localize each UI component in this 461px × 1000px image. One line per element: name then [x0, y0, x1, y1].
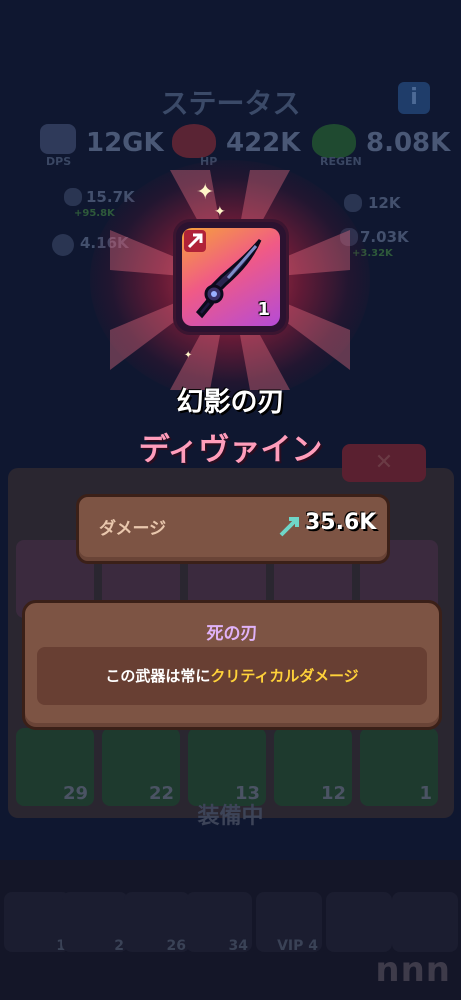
inventory-slot[interactable]: 29 [16, 728, 94, 806]
damage-panel: ダメージ 35.6K [76, 494, 390, 564]
equipment-slot[interactable] [392, 892, 458, 952]
equipped-label: 装備中 [197, 804, 264, 829]
sparkle-icon: ✦ [196, 180, 215, 205]
slot-count: 26 [166, 938, 186, 954]
sparkle-icon: ✦ [214, 204, 226, 220]
damage-value: 35.6K [305, 510, 377, 535]
regen-value: 8.08K [366, 128, 451, 158]
sub-stat-2: 12K [368, 194, 401, 212]
equipment-slot-locked[interactable]: VIP 4 [256, 892, 322, 954]
dps-icon [40, 124, 76, 154]
info-button[interactable]: i [398, 82, 430, 114]
inventory-slot[interactable]: 13 [188, 728, 266, 806]
inventory-slot[interactable]: 1 [360, 728, 438, 806]
item-icon-background: 1 [182, 228, 280, 326]
arrow-icon [64, 188, 82, 206]
inventory-slot[interactable]: 12 [274, 728, 352, 806]
equipment-slot[interactable]: 34 [186, 892, 252, 954]
item-icon-frame: 1 [176, 222, 286, 332]
arrow-icon [279, 517, 299, 537]
sub-stat-4: 7.03K [360, 228, 409, 246]
skill-title: 死の刃 [206, 624, 258, 644]
dps-value: 12GK [86, 128, 164, 158]
regen-label: REGEN [320, 155, 362, 168]
equipment-slot[interactable]: 26 [124, 892, 190, 954]
equipment-slot[interactable]: 1 [4, 892, 70, 954]
sparkle-icon: ✦ [184, 350, 193, 361]
item-name: 幻影の刃 [176, 387, 285, 418]
damage-label: ダメージ [99, 519, 167, 539]
heart-icon [172, 124, 216, 158]
item-count: 1 [257, 299, 270, 320]
slot-count: 2 [114, 938, 124, 954]
skill-panel: 死の刃 この武器は常にクリティカルダメージ [22, 600, 442, 730]
inventory-slot[interactable]: 22 [102, 728, 180, 806]
skill-description: この武器は常にクリティカルダメージ [37, 665, 427, 686]
item-rarity: ディヴァイン [138, 432, 323, 468]
equipment-slot[interactable] [326, 892, 392, 952]
sub-stat-1-bonus: +95.8K [74, 208, 115, 219]
watermark: nnn [375, 950, 451, 990]
skill-desc-prefix: この武器は常に [105, 667, 211, 685]
slot-vip-label: VIP 4 [277, 938, 318, 954]
arrow-icon [184, 230, 206, 252]
dps-label: DPS [46, 155, 72, 168]
skill-desc-highlight: クリティカルダメージ [210, 667, 359, 685]
status-title: ステータス [160, 87, 301, 120]
hp-value: 422K [226, 128, 301, 158]
equipment-slot[interactable]: 2 [62, 892, 128, 954]
slot-count: 34 [228, 938, 248, 954]
regen-icon [312, 124, 356, 158]
skill-description-box: この武器は常にクリティカルダメージ [37, 647, 427, 705]
shield-icon [52, 234, 74, 256]
